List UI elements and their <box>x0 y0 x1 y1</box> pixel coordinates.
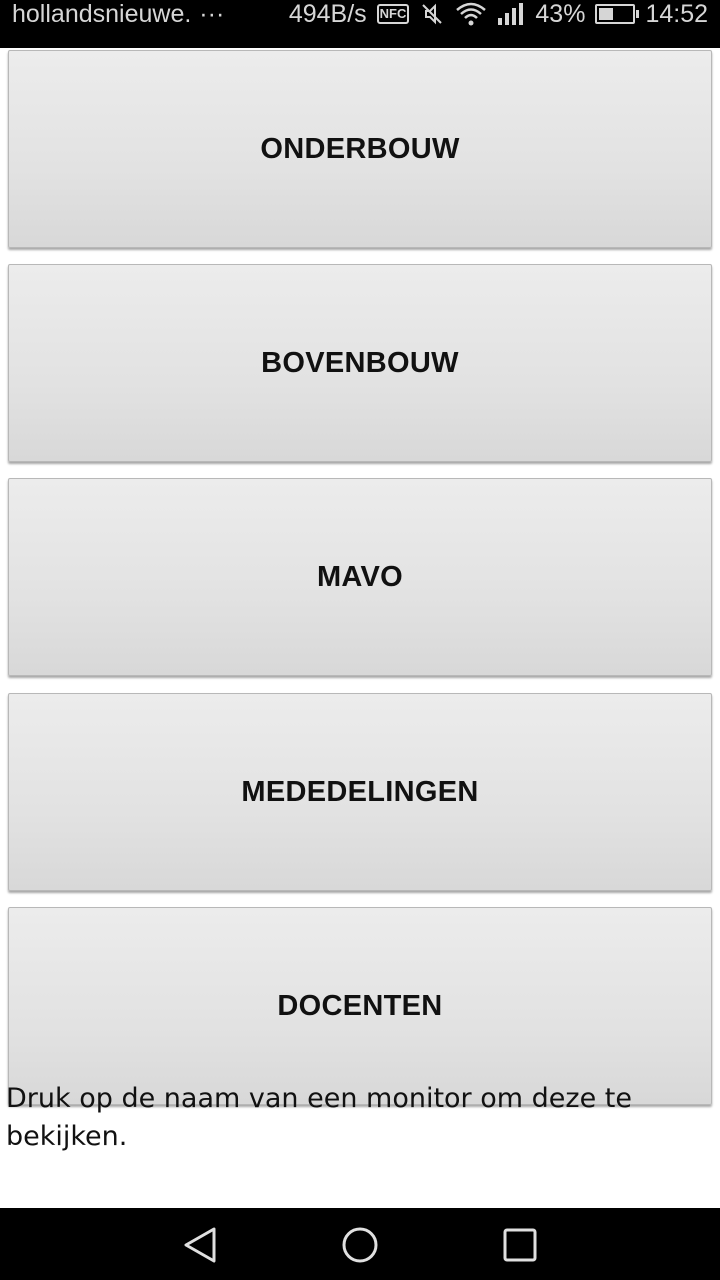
docenten-label: DOCENTEN <box>277 989 443 1022</box>
recents-icon[interactable] <box>500 1226 540 1264</box>
mededelingen-label: MEDEDELINGEN <box>241 775 479 808</box>
bovenbouw-button[interactable]: BOVENBOUW <box>8 264 712 462</box>
onderbouw-label: ONDERBOUW <box>260 132 460 165</box>
hint-text: Druk op de naam van een monitor om deze … <box>6 1083 632 1152</box>
main-content: ONDERBOUW BOVENBOUW MAVO MEDEDELINGEN DO… <box>0 48 720 1208</box>
docenten-button[interactable]: DOCENTEN <box>8 907 712 1105</box>
nfc-icon: NFC <box>376 4 410 24</box>
bovenbouw-label: BOVENBOUW <box>261 346 459 379</box>
navigation-bar <box>0 1208 720 1280</box>
overflow-dots: ··· <box>199 0 225 28</box>
status-bar: hollandsnieuwe. ··· 494B/s NFC 43% 14:52 <box>0 0 720 48</box>
net-speed: 494B/s <box>288 0 367 28</box>
signal-icon <box>498 3 524 25</box>
mededelingen-button[interactable]: MEDEDELINGEN <box>8 693 712 891</box>
notification-text: hollandsnieuwe. <box>12 0 192 28</box>
onderbouw-button[interactable]: ONDERBOUW <box>8 50 712 248</box>
mavo-button[interactable]: MAVO <box>8 478 712 676</box>
status-bar-right: 494B/s NFC 43% 14:52 <box>279 0 708 28</box>
battery-percent: 43% <box>535 0 586 28</box>
mavo-label: MAVO <box>316 560 404 593</box>
status-bar-left: hollandsnieuwe. ··· <box>12 0 224 28</box>
home-icon[interactable] <box>340 1226 380 1264</box>
wifi-icon <box>456 2 487 26</box>
mute-icon <box>422 3 443 25</box>
clock: 14:52 <box>645 0 708 28</box>
battery-icon <box>595 4 640 24</box>
back-icon[interactable] <box>180 1226 220 1264</box>
